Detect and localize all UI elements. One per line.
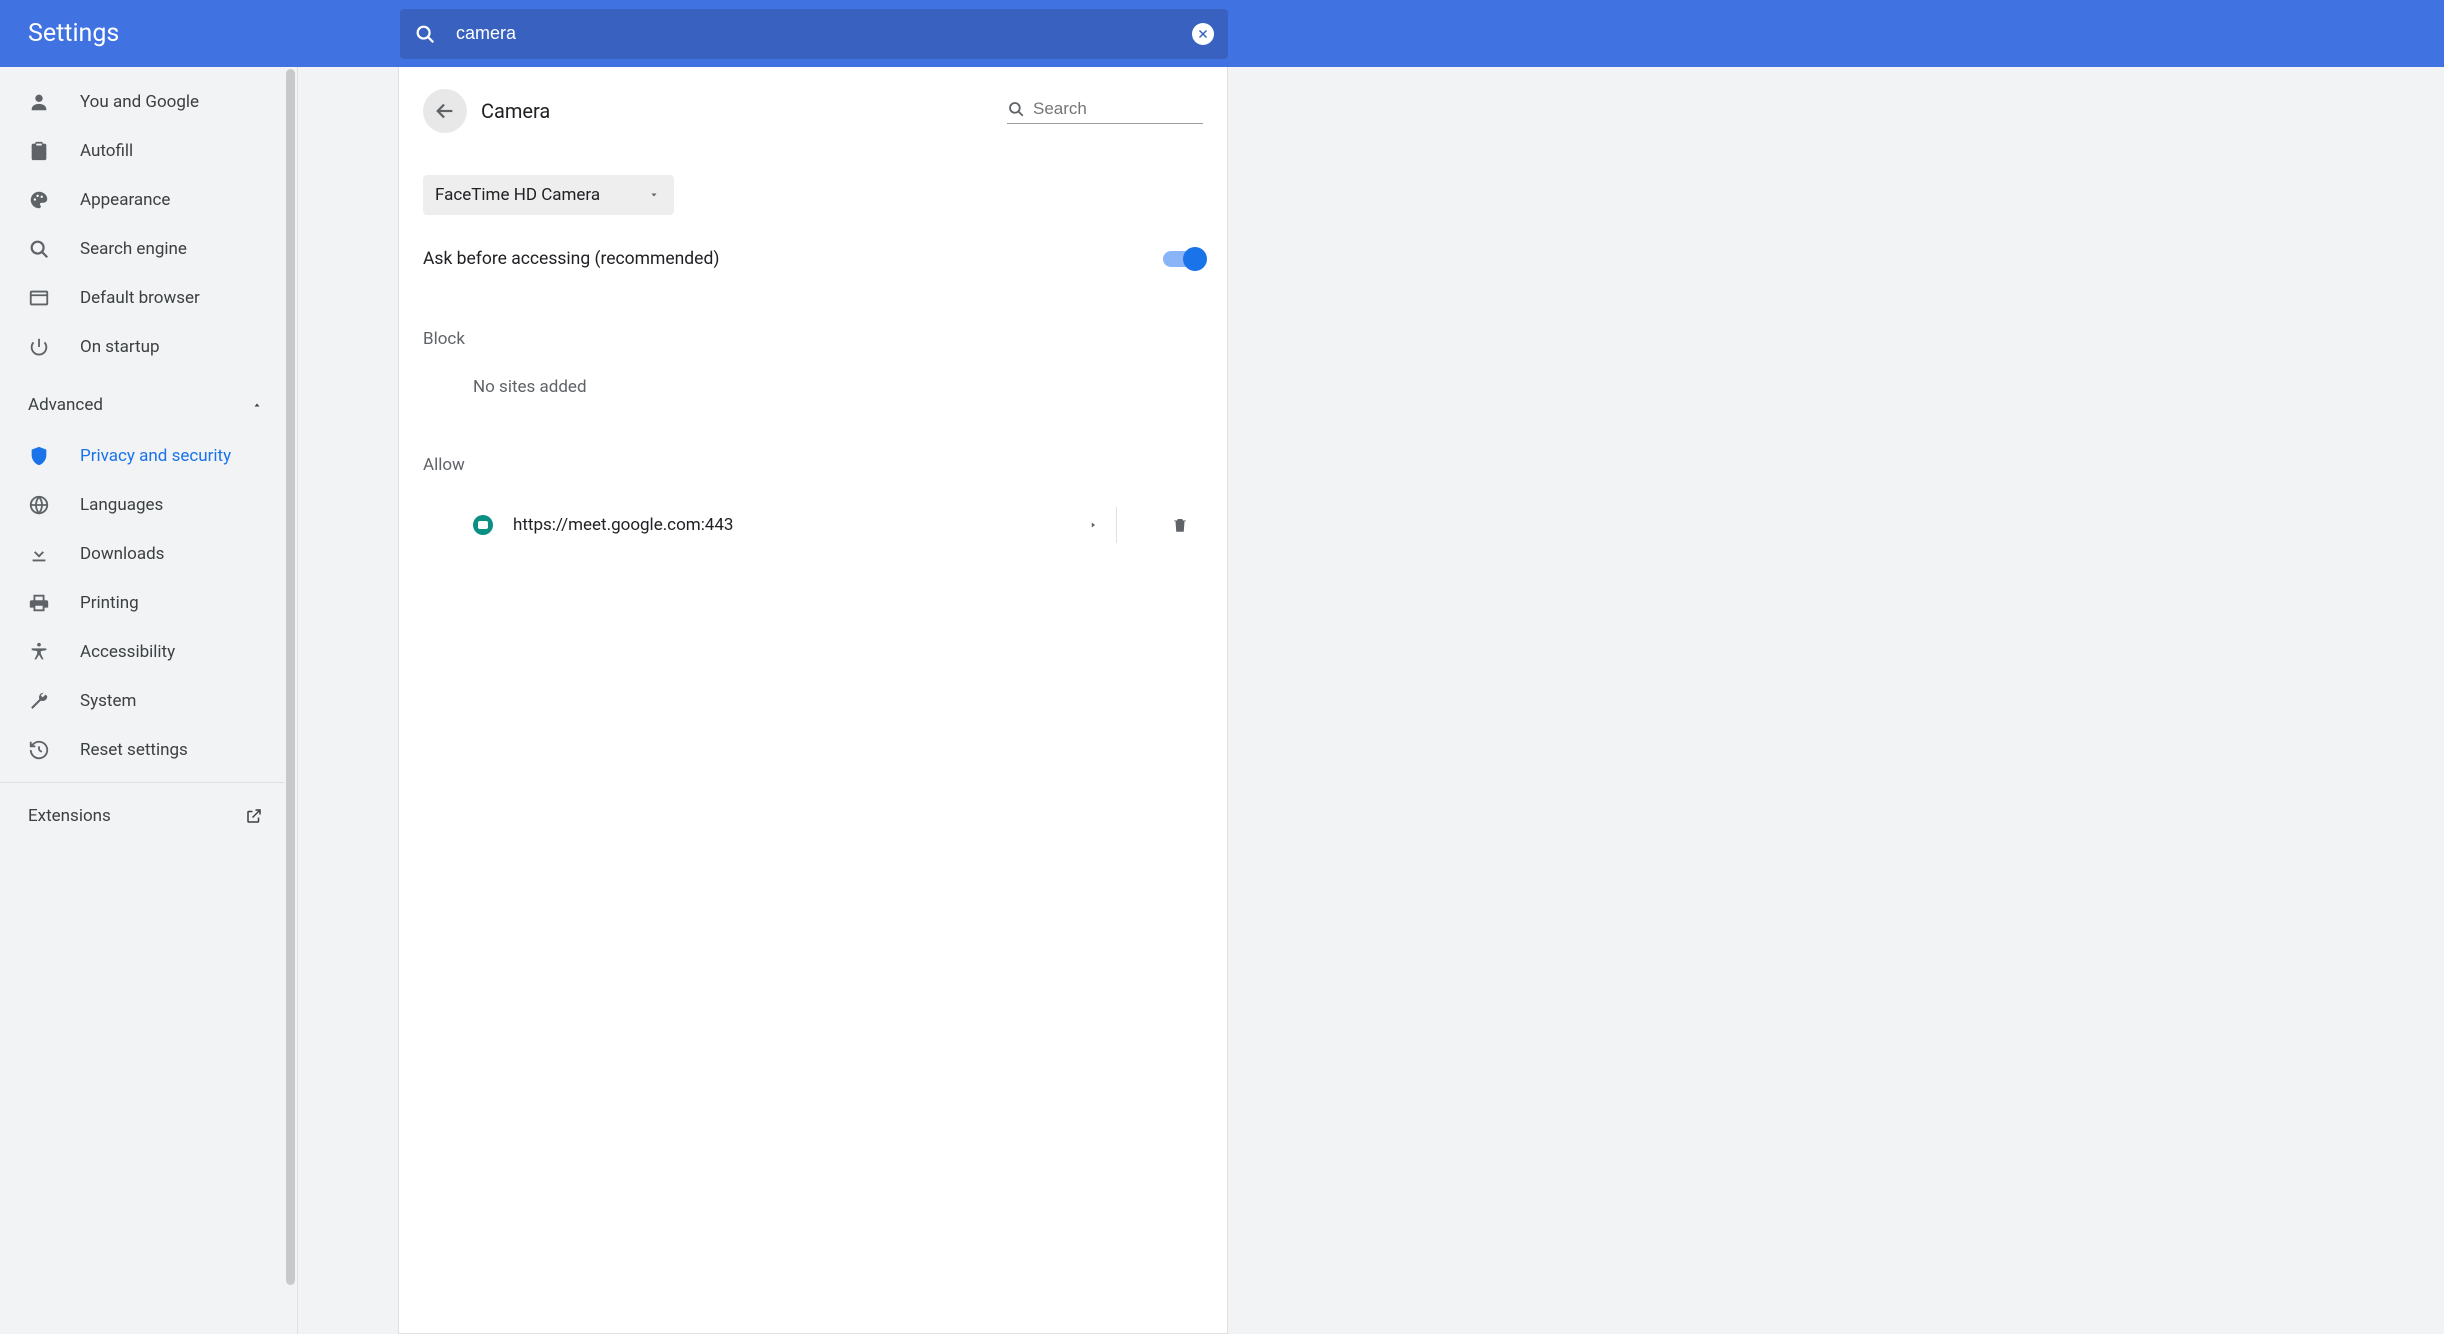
globe-icon bbox=[28, 494, 80, 516]
search-icon bbox=[28, 238, 80, 260]
wrench-icon bbox=[28, 690, 80, 712]
global-search[interactable] bbox=[400, 9, 1228, 59]
inpage-search[interactable] bbox=[1007, 99, 1203, 124]
site-details-button[interactable] bbox=[1070, 507, 1117, 543]
sidebar-item-label: Autofill bbox=[80, 141, 133, 161]
scrollbar-thumb[interactable] bbox=[286, 69, 295, 1285]
block-section-label: Block bbox=[423, 329, 1203, 349]
page-header: Camera bbox=[423, 89, 1203, 133]
sidebar-item-label: System bbox=[80, 691, 136, 711]
camera-select[interactable]: FaceTime HD Camera bbox=[423, 175, 674, 215]
sidebar-item-search-engine[interactable]: Search engine bbox=[0, 224, 285, 273]
sidebar-item-accessibility[interactable]: Accessibility bbox=[0, 627, 285, 676]
block-empty-text: No sites added bbox=[423, 377, 1203, 397]
sidebar-item-label: Privacy and security bbox=[80, 446, 231, 466]
sidebar-section-label: Advanced bbox=[28, 395, 103, 415]
sidebar-item-default-browser[interactable]: Default browser bbox=[0, 273, 285, 322]
clipboard-icon bbox=[28, 140, 80, 162]
back-button[interactable] bbox=[423, 89, 467, 133]
sidebar-item-label: Reset settings bbox=[80, 740, 188, 760]
sidebar-item-you-and-google[interactable]: You and Google bbox=[0, 77, 285, 126]
global-search-input[interactable] bbox=[456, 23, 1192, 44]
sidebar-item-label: Search engine bbox=[80, 239, 187, 259]
shield-icon bbox=[28, 445, 80, 467]
sidebar-item-system[interactable]: System bbox=[0, 676, 285, 725]
arrow-left-icon bbox=[434, 100, 456, 122]
restore-icon bbox=[28, 739, 80, 761]
download-icon bbox=[28, 543, 80, 565]
chevron-up-icon bbox=[251, 399, 263, 411]
divider bbox=[0, 782, 285, 783]
app-title: Settings bbox=[0, 19, 400, 48]
page-title: Camera bbox=[481, 99, 550, 123]
sidebar-item-languages[interactable]: Languages bbox=[0, 480, 285, 529]
main-content: Camera FaceTime HD Camera Ask before acc… bbox=[298, 67, 2444, 1334]
sidebar-item-privacy-security[interactable]: Privacy and security bbox=[0, 431, 285, 480]
open-external-icon bbox=[245, 807, 263, 825]
sidebar-item-printing[interactable]: Printing bbox=[0, 578, 285, 627]
sidebar-item-label: On startup bbox=[80, 337, 160, 357]
accessibility-icon bbox=[28, 641, 80, 663]
sidebar-item-extensions[interactable]: Extensions bbox=[0, 791, 285, 841]
sidebar-scrollbar[interactable] bbox=[284, 67, 297, 1334]
inpage-search-input[interactable] bbox=[1033, 99, 1203, 119]
sidebar-section-advanced[interactable]: Advanced bbox=[0, 379, 285, 431]
toggle-knob bbox=[1183, 247, 1207, 271]
sidebar-item-label: Downloads bbox=[80, 544, 164, 564]
sidebar-item-label: Extensions bbox=[28, 806, 111, 826]
ask-before-accessing-toggle[interactable] bbox=[1163, 251, 1203, 267]
allow-section-label: Allow bbox=[423, 455, 1203, 475]
sidebar-item-label: Accessibility bbox=[80, 642, 175, 662]
sidebar-item-label: Default browser bbox=[80, 288, 200, 308]
search-icon bbox=[1007, 100, 1025, 118]
power-icon bbox=[28, 336, 80, 358]
sidebar-item-appearance[interactable]: Appearance bbox=[0, 175, 285, 224]
trash-icon bbox=[1171, 516, 1189, 534]
sidebar-item-autofill[interactable]: Autofill bbox=[0, 126, 285, 175]
sidebar-item-label: Printing bbox=[80, 593, 139, 613]
palette-icon bbox=[28, 189, 80, 211]
ask-before-accessing-row: Ask before accessing (recommended) bbox=[423, 249, 1203, 269]
chevron-right-icon bbox=[1088, 520, 1098, 530]
toggle-label: Ask before accessing (recommended) bbox=[423, 249, 719, 269]
site-delete-button[interactable] bbox=[1157, 510, 1203, 540]
site-url: https://meet.google.com:443 bbox=[513, 515, 1070, 535]
search-icon bbox=[414, 23, 436, 45]
settings-card: Camera FaceTime HD Camera Ask before acc… bbox=[398, 67, 1228, 1334]
printer-icon bbox=[28, 592, 80, 614]
sidebar-item-label: You and Google bbox=[80, 92, 199, 112]
site-favicon-icon bbox=[473, 515, 493, 535]
sidebar-item-label: Appearance bbox=[80, 190, 170, 210]
chevron-down-icon bbox=[648, 189, 660, 201]
clear-search-icon[interactable] bbox=[1192, 23, 1214, 45]
browser-icon bbox=[28, 287, 80, 309]
sidebar-item-downloads[interactable]: Downloads bbox=[0, 529, 285, 578]
camera-select-value: FaceTime HD Camera bbox=[435, 185, 600, 205]
allow-site-row[interactable]: https://meet.google.com:443 bbox=[423, 503, 1203, 547]
sidebar-item-label: Languages bbox=[80, 495, 163, 515]
header: Settings bbox=[0, 0, 2444, 67]
person-icon bbox=[28, 91, 80, 113]
sidebar-item-reset-settings[interactable]: Reset settings bbox=[0, 725, 285, 774]
sidebar: You and Google Autofill Appearance Searc… bbox=[0, 67, 298, 1334]
sidebar-item-on-startup[interactable]: On startup bbox=[0, 322, 285, 371]
